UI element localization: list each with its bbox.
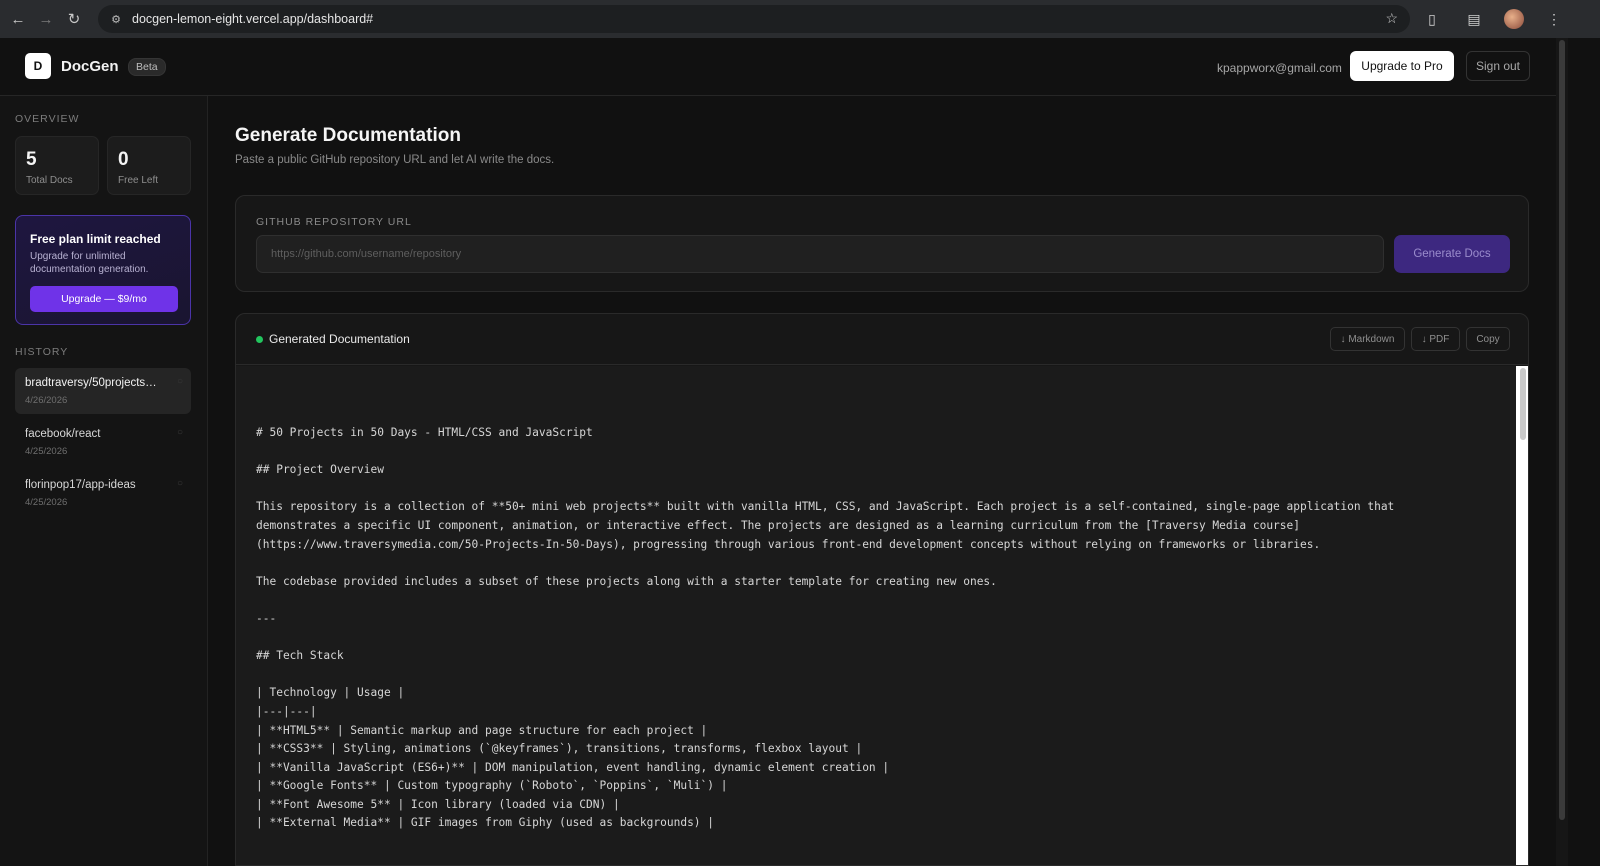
generate-docs-button[interactable]: Generate Docs xyxy=(1394,235,1510,273)
repo-url-label: GITHUB REPOSITORY URL xyxy=(256,216,412,228)
status-dot-icon xyxy=(256,336,263,343)
stat-value: 5 xyxy=(26,149,37,170)
doc-line: | **HTML5** | Semantic markup and page s… xyxy=(256,723,708,737)
app-header: D DocGen Beta kpappworx@gmail.com Upgrad… xyxy=(0,38,1560,96)
cast-icon[interactable]: ▤ xyxy=(1462,11,1486,28)
doc-title: Generated Documentation xyxy=(269,332,410,346)
more-menu-icon[interactable]: ⋮ xyxy=(1542,11,1566,28)
doc-line: ## Project Overview xyxy=(256,463,384,477)
generated-doc-card: Generated Documentation ↓ Markdown ↓ PDF… xyxy=(235,313,1529,866)
address-bar[interactable]: ⚙ docgen-lemon-eight.vercel.app/dashboar… xyxy=(98,5,1410,33)
download-pdf-button[interactable]: ↓ PDF xyxy=(1411,327,1460,351)
page-subtitle: Paste a public GitHub repository URL and… xyxy=(235,154,555,166)
doc-line xyxy=(256,554,1516,573)
history-item[interactable]: florinpop17/app-ideas 4/25/2026 ○ xyxy=(15,470,191,516)
url-text[interactable]: docgen-lemon-eight.vercel.app/dashboard# xyxy=(132,12,373,26)
forward-icon[interactable]: → xyxy=(36,9,56,29)
history-item-date: 4/25/2026 xyxy=(25,446,68,457)
logo[interactable]: D xyxy=(25,53,51,79)
doc-line: | **Google Fonts** | Custom typography (… xyxy=(256,779,728,793)
delete-icon[interactable]: ○ xyxy=(177,478,183,489)
doc-line: This repository is a collection of **50+… xyxy=(256,500,1395,514)
upgrade-button[interactable]: Upgrade — $9/mo xyxy=(30,286,178,312)
doc-line: | **CSS3** | Styling, animations (`@keyf… xyxy=(256,742,863,756)
doc-line: ## Tech Stack xyxy=(256,649,344,663)
site-info-icon[interactable]: ⚙ xyxy=(108,11,124,27)
history-item-name: florinpop17/app-ideas xyxy=(25,479,136,491)
sign-out-button[interactable]: Sign out xyxy=(1466,51,1530,81)
doc-line: | **Font Awesome 5** | Icon library (loa… xyxy=(256,797,620,811)
sidebar: OVERVIEW 5 Total Docs 0 Free Left Free p… xyxy=(0,96,208,866)
page-title: Generate Documentation xyxy=(235,125,461,146)
doc-line: | **Vanilla JavaScript (ES6+)** | DOM ma… xyxy=(256,760,890,774)
back-icon[interactable]: ← xyxy=(8,9,28,29)
history-item[interactable]: facebook/react 4/25/2026 ○ xyxy=(15,419,191,465)
doc-line xyxy=(256,443,1516,462)
doc-content[interactable]: # 50 Projects in 50 Days - HTML/CSS and … xyxy=(236,366,1516,865)
history-item-name: facebook/react xyxy=(25,428,101,440)
stat-total-docs: 5 Total Docs xyxy=(15,136,99,195)
limit-title: Free plan limit reached xyxy=(30,232,161,246)
download-markdown-button[interactable]: ↓ Markdown xyxy=(1330,327,1405,351)
doc-line: demonstrates a specific UI component, an… xyxy=(256,518,1300,532)
doc-line xyxy=(256,591,1516,610)
doc-line xyxy=(256,480,1516,499)
limit-description: Upgrade for unlimited documentation gene… xyxy=(30,251,149,275)
stat-free-left: 0 Free Left xyxy=(107,136,191,195)
window-edge xyxy=(1568,38,1600,866)
page-scrollbar-thumb[interactable] xyxy=(1559,40,1565,820)
doc-line xyxy=(256,666,1516,685)
doc-line: The codebase provided includes a subset … xyxy=(256,574,997,588)
history-item-name: bradtraversy/50projects… xyxy=(25,377,157,389)
doc-scrollbar-thumb[interactable] xyxy=(1520,368,1526,440)
overview-label: OVERVIEW xyxy=(15,113,80,125)
history-item[interactable]: bradtraversy/50projects… 4/26/2026 ○ xyxy=(15,368,191,414)
history-label: HISTORY xyxy=(15,346,69,358)
doc-line: | Technology | Usage | xyxy=(256,686,405,700)
doc-header: Generated Documentation ↓ Markdown ↓ PDF… xyxy=(236,314,1528,365)
doc-line xyxy=(256,629,1516,648)
delete-icon[interactable]: ○ xyxy=(177,376,183,387)
delete-icon[interactable]: ○ xyxy=(177,427,183,438)
extensions-icon[interactable]: ▯ xyxy=(1420,11,1444,28)
browser-toolbar: ← → ↻ ⚙ docgen-lemon-eight.vercel.app/da… xyxy=(0,0,1600,38)
stat-label: Free Left xyxy=(118,175,159,186)
upgrade-to-pro-button[interactable]: Upgrade to Pro xyxy=(1350,51,1454,81)
doc-line: (https://www.traversymedia.com/50-Projec… xyxy=(256,537,1321,551)
doc-line: |---|---| xyxy=(256,704,317,718)
plan-limit-card: Free plan limit reached Upgrade for unli… xyxy=(15,215,191,325)
repo-url-card: GITHUB REPOSITORY URL Generate Docs xyxy=(235,195,1529,292)
profile-avatar[interactable] xyxy=(1504,9,1524,29)
stat-value: 0 xyxy=(118,149,129,170)
stat-label: Total Docs xyxy=(26,175,73,186)
user-email: kpappworx@gmail.com xyxy=(1217,61,1342,75)
doc-scrollbar[interactable] xyxy=(1516,366,1528,865)
bookmark-star-icon[interactable]: ☆ xyxy=(1385,10,1398,27)
history-item-date: 4/25/2026 xyxy=(25,497,68,508)
doc-line: --- xyxy=(256,611,277,625)
repo-url-input[interactable] xyxy=(256,235,1384,273)
history-item-date: 4/26/2026 xyxy=(25,395,68,406)
doc-line: | **External Media** | GIF images from G… xyxy=(256,816,715,830)
copy-button[interactable]: Copy xyxy=(1466,327,1510,351)
beta-badge: Beta xyxy=(128,58,166,76)
reload-icon[interactable]: ↻ xyxy=(64,9,84,29)
doc-line: # 50 Projects in 50 Days - HTML/CSS and … xyxy=(256,426,593,439)
brand-name[interactable]: DocGen xyxy=(61,58,119,75)
